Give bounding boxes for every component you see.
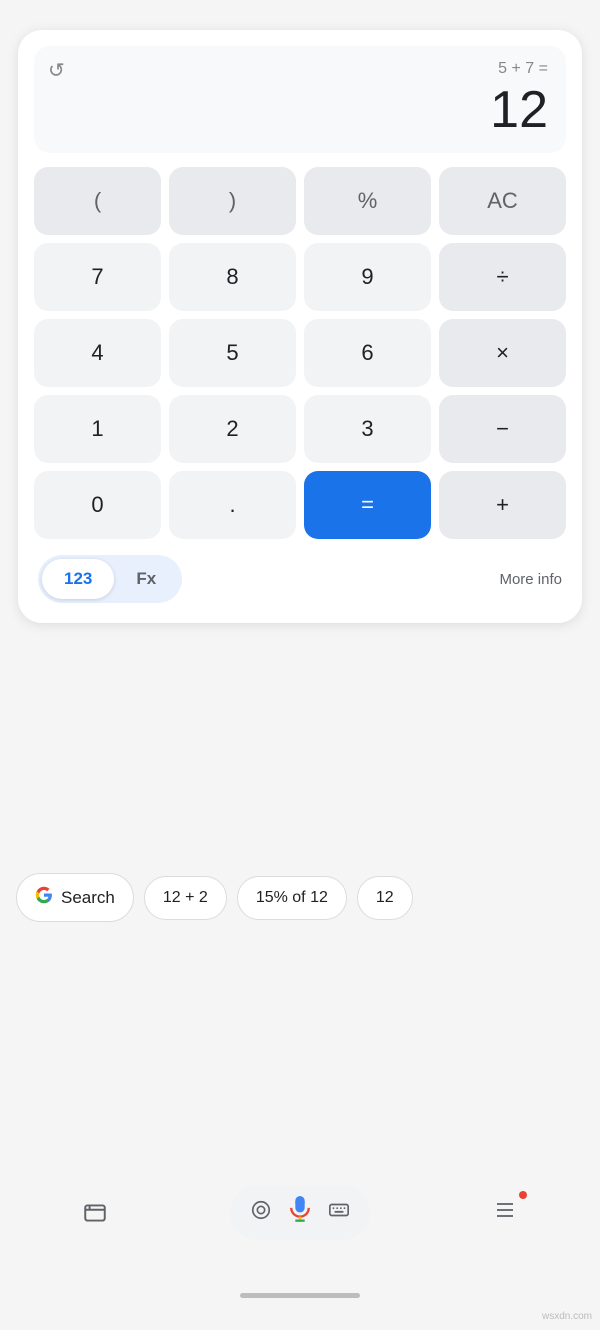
- calc-btn-[interactable]: ×: [439, 319, 566, 387]
- calc-btn-2[interactable]: 2: [169, 395, 296, 463]
- calc-btn-[interactable]: +: [439, 471, 566, 539]
- home-pill: [240, 1293, 360, 1298]
- mode-123-button[interactable]: 123: [42, 559, 114, 599]
- suggestion-label: 12 + 2: [163, 889, 208, 907]
- toolbar-center: [230, 1185, 370, 1240]
- suggestion-pill-3[interactable]: 12: [357, 876, 413, 920]
- more-info-link[interactable]: More info: [499, 571, 562, 588]
- calc-btn-[interactable]: %: [304, 167, 431, 235]
- screenshot-icon[interactable]: [73, 1191, 117, 1235]
- suggestions-row: Search 12 + 2 15% of 12 12: [0, 873, 600, 922]
- spacer: [0, 623, 600, 873]
- mode-toggle: 123 Fx: [38, 555, 182, 603]
- mode-fx-button[interactable]: Fx: [114, 559, 178, 599]
- expression: 5 + 7 =: [498, 60, 548, 78]
- calc-btn-AC[interactable]: AC: [439, 167, 566, 235]
- calc-btn-[interactable]: ): [169, 167, 296, 235]
- bottom-toolbar: [0, 1185, 600, 1240]
- suggestion-pill-0[interactable]: Search: [16, 873, 134, 922]
- calc-btn-8[interactable]: 8: [169, 243, 296, 311]
- suggestion-pill-1[interactable]: 12 + 2: [144, 876, 227, 920]
- keyboard-icon[interactable]: [328, 1199, 350, 1227]
- calc-btn-4[interactable]: 4: [34, 319, 161, 387]
- mode-row: 123 Fx More info: [34, 555, 566, 603]
- mic-icon[interactable]: [286, 1195, 314, 1230]
- list-icon[interactable]: [493, 1198, 517, 1228]
- suggestion-label: 15% of 12: [256, 889, 328, 907]
- calc-btn-[interactable]: ÷: [439, 243, 566, 311]
- suggestion-pill-2[interactable]: 15% of 12: [237, 876, 347, 920]
- calc-btn-[interactable]: =: [304, 471, 431, 539]
- calc-btn-1[interactable]: 1: [34, 395, 161, 463]
- calc-btn-0[interactable]: 0: [34, 471, 161, 539]
- calculator-display: ↺ 5 + 7 = 12: [34, 46, 566, 153]
- list-icon-wrapper: [483, 1191, 527, 1235]
- suggestion-label: 12: [376, 889, 394, 907]
- calc-btn-6[interactable]: 6: [304, 319, 431, 387]
- calc-btn-9[interactable]: 9: [304, 243, 431, 311]
- result: 12: [490, 82, 548, 139]
- suggestion-label: Search: [61, 888, 115, 908]
- calc-btn-[interactable]: −: [439, 395, 566, 463]
- calc-btn-7[interactable]: 7: [34, 243, 161, 311]
- calc-btn-[interactable]: (: [34, 167, 161, 235]
- calc-btn-3[interactable]: 3: [304, 395, 431, 463]
- lens-icon[interactable]: [250, 1199, 272, 1227]
- google-g-icon: [35, 886, 53, 909]
- calc-btn-5[interactable]: 5: [169, 319, 296, 387]
- watermark: wsxdn.com: [542, 1311, 592, 1322]
- button-grid: ()%AC 789÷ 456× 123− 0.=+: [34, 167, 566, 539]
- notification-dot: [519, 1191, 527, 1199]
- calculator-card: ↺ 5 + 7 = 12 ()%AC789÷456×123−0.=+ 123 F…: [18, 30, 582, 623]
- history-icon[interactable]: ↺: [48, 58, 65, 83]
- calc-btn-[interactable]: .: [169, 471, 296, 539]
